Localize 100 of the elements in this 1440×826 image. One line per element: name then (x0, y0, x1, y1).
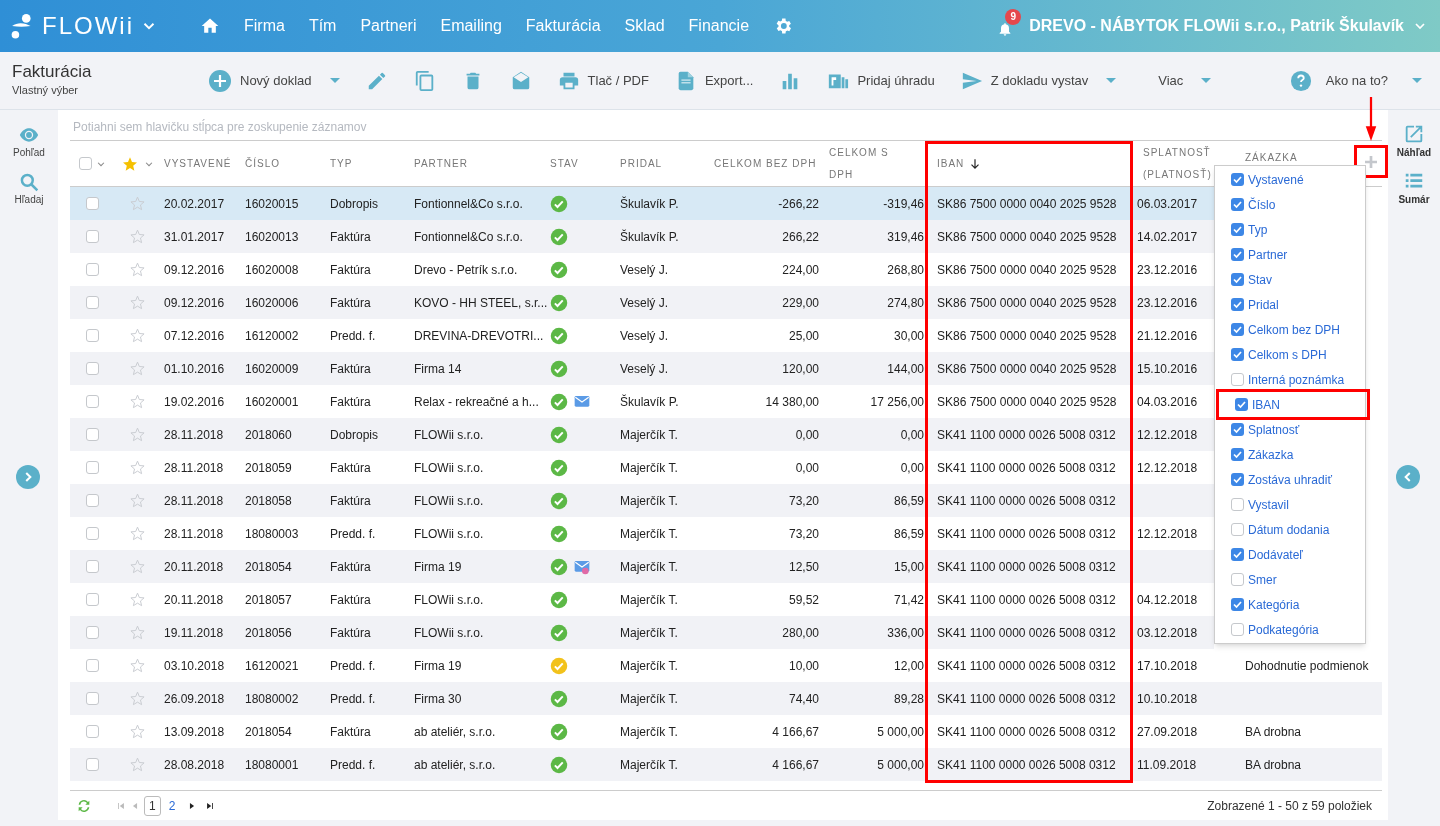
page-link[interactable]: 1 (144, 795, 161, 816)
column-checkbox[interactable] (1231, 598, 1244, 611)
side-tool-button[interactable]: Sumár (1398, 170, 1430, 207)
nav-link[interactable]: Emailing (440, 14, 502, 38)
column-checkbox[interactable] (1231, 223, 1244, 236)
column-header[interactable]: CELKOM BEZ DPH (714, 152, 817, 175)
row-checkbox[interactable] (86, 527, 99, 540)
column-header[interactable]: TYP (330, 152, 353, 175)
column-menu-item[interactable]: Vystavené (1215, 167, 1365, 192)
row-checkbox[interactable] (86, 329, 99, 342)
column-menu-item[interactable]: Dodávateľ (1215, 542, 1365, 567)
row-checkbox[interactable] (86, 197, 99, 210)
table-row[interactable]: 28.11.2018 2018060 Dobropis FLOWii s.r.o. Majerčík T. 0,00 0,00 SK41 1100 0000 0026 5008 0312 12.12.2018 (70, 418, 1214, 451)
column-header[interactable]: IBAN (937, 152, 983, 175)
column-checkbox[interactable] (1231, 423, 1244, 436)
column-menu-item[interactable]: Podkategória (1215, 617, 1365, 642)
column-menu-item[interactable]: Zostáva uhradiť (1215, 467, 1365, 492)
table-row[interactable]: 28.11.2018 2018058 Faktúra FLOWii s.r.o. Majerčík T. 73,20 86,59 SK41 1100 0000 0026 5008 0312 (70, 484, 1214, 517)
side-tool-button[interactable]: Náhľad (1396, 123, 1432, 160)
column-menu-item[interactable]: Smer (1215, 567, 1365, 592)
toolbar-button[interactable]: Nový doklad (208, 68, 340, 93)
column-checkbox[interactable] (1231, 273, 1244, 286)
side-tool-button[interactable]: Hľadaj (14, 172, 44, 207)
row-checkbox[interactable] (86, 296, 99, 309)
expand-panel-button[interactable] (16, 465, 40, 489)
column-menu-item[interactable]: Splatnosť (1215, 417, 1365, 442)
column-checkbox[interactable] (1231, 198, 1244, 211)
column-menu-item[interactable]: Celkom s DPH (1215, 342, 1365, 367)
select-all-checkbox[interactable] (79, 157, 92, 170)
toolbar-button[interactable]: Pridaj úhradu (827, 69, 935, 92)
row-checkbox[interactable] (86, 362, 99, 375)
toolbar-button[interactable]: Z dokladu vystav (960, 69, 1117, 92)
row-checkbox[interactable] (86, 692, 99, 705)
column-checkbox[interactable] (1231, 248, 1244, 261)
column-menu-item[interactable]: IBAN (1219, 392, 1367, 417)
column-checkbox[interactable] (1231, 623, 1244, 636)
column-checkbox[interactable] (1231, 548, 1244, 561)
table-row[interactable]: 20.02.2017 16020015 Dobropis Fontionnel&Co s.r.o. Škulavík P. -266,22 -319,46 SK86 7500 0000 0040 2025 9528 06.03.2017 (70, 187, 1214, 220)
page-link[interactable]: 2 (164, 795, 180, 816)
column-header[interactable]: CELKOM S DPH (829, 141, 909, 186)
row-checkbox[interactable] (86, 461, 99, 474)
column-checkbox[interactable] (1231, 173, 1244, 186)
row-checkbox[interactable] (86, 725, 99, 738)
toolbar-icon-button[interactable] (413, 69, 436, 92)
row-checkbox[interactable] (86, 659, 99, 672)
nav-link[interactable]: Tím (308, 14, 337, 38)
column-checkbox[interactable] (1231, 573, 1244, 586)
table-row[interactable]: 28.08.2018 18080001 Predd. f. ab ateliér, s.r.o. Majerčík T. 4 166,67 5 000,00 SK41 1100 0000 0026 5008 0312 11.09.2018 BA drobna (70, 748, 1382, 781)
column-menu-item[interactable]: Vystavil (1215, 492, 1365, 517)
notifications-button[interactable]: 9 (997, 9, 1022, 37)
column-checkbox[interactable] (1231, 323, 1244, 336)
column-checkbox[interactable] (1235, 398, 1248, 411)
row-checkbox[interactable] (86, 428, 99, 441)
side-tool-button[interactable]: Pohľad (13, 125, 45, 160)
row-checkbox[interactable] (86, 263, 99, 276)
row-checkbox[interactable] (86, 230, 99, 243)
column-menu-item[interactable]: Typ (1215, 217, 1365, 242)
column-menu-item[interactable]: Zákazka (1215, 442, 1365, 467)
column-checkbox[interactable] (1231, 348, 1244, 361)
column-menu-item[interactable]: Pridal (1215, 292, 1365, 317)
table-row[interactable]: 09.12.2016 16020006 Faktúra KOVO - HH STEEL, s.r... Veselý J. 229,00 274,80 SK86 7500 0000 0040 2025 9528 23.12.2016 (70, 286, 1214, 319)
column-menu-item[interactable]: Interná poznámka (1215, 367, 1365, 392)
refresh-button[interactable] (76, 797, 92, 814)
column-menu-item[interactable]: Partner (1215, 242, 1365, 267)
nav-link[interactable]: Fakturácia (525, 14, 601, 38)
toolbar-button[interactable]: Tlač / PDF (557, 69, 649, 92)
row-checkbox[interactable] (86, 758, 99, 771)
column-checkbox[interactable] (1231, 448, 1244, 461)
pager-button[interactable] (205, 800, 216, 811)
column-header[interactable]: VYSTAVENÉ (164, 152, 232, 175)
column-menu-item[interactable]: Kategória (1215, 592, 1365, 617)
row-checkbox[interactable] (86, 494, 99, 507)
column-header[interactable]: PRIDAL (620, 152, 663, 175)
row-checkbox[interactable] (86, 626, 99, 639)
column-menu-item[interactable]: Celkom bez DPH (1215, 317, 1365, 342)
column-header[interactable]: PARTNER (414, 152, 468, 175)
row-checkbox[interactable] (86, 593, 99, 606)
toolbar-button[interactable]: Viac (1158, 70, 1212, 91)
toolbar-button[interactable]: Export... (674, 69, 754, 92)
nav-link[interactable]: Sklad (624, 14, 665, 38)
column-header[interactable]: STAV (550, 152, 579, 175)
nav-link[interactable]: Firma (244, 14, 285, 38)
column-menu-item[interactable]: Stav (1215, 267, 1365, 292)
column-checkbox[interactable] (1231, 523, 1244, 536)
column-menu-item[interactable]: Dátum dodania (1215, 517, 1365, 542)
help-button[interactable]: Ako na to? (1289, 69, 1422, 92)
column-header[interactable]: ZÁKAZKA (1245, 147, 1298, 169)
column-checkbox[interactable] (1231, 373, 1244, 386)
row-checkbox[interactable] (86, 395, 99, 408)
table-row[interactable]: 20.11.2018 2018054 Faktúra Firma 19 Majerčík T. 12,50 15,00 SK41 1100 0000 0026 5008 0312 (70, 550, 1214, 583)
collapse-panel-button[interactable] (1396, 465, 1420, 489)
home-button[interactable] (200, 16, 220, 36)
table-row[interactable]: 19.11.2018 2018056 Faktúra FLOWii s.r.o. Majerčík T. 280,00 336,00 SK41 1100 0000 0026 5008 0312 03.12.2018 (70, 616, 1214, 649)
table-row[interactable]: 01.10.2016 16020009 Faktúra Firma 14 Veselý J. 120,00 144,00 SK86 7500 0000 0040 2025 9528 15.10.2016 (70, 352, 1214, 385)
column-menu-item[interactable]: Číslo (1215, 192, 1365, 217)
nav-link[interactable]: Partneri (360, 14, 417, 38)
column-checkbox[interactable] (1231, 498, 1244, 511)
column-checkbox[interactable] (1231, 473, 1244, 486)
column-checkbox[interactable] (1231, 298, 1244, 311)
table-row[interactable]: 31.01.2017 16020013 Faktúra Fontionnel&Co s.r.o. Škulavík P. 266,22 319,46 SK86 7500 0000 0040 2025 9528 14.02.2017 (70, 220, 1214, 253)
